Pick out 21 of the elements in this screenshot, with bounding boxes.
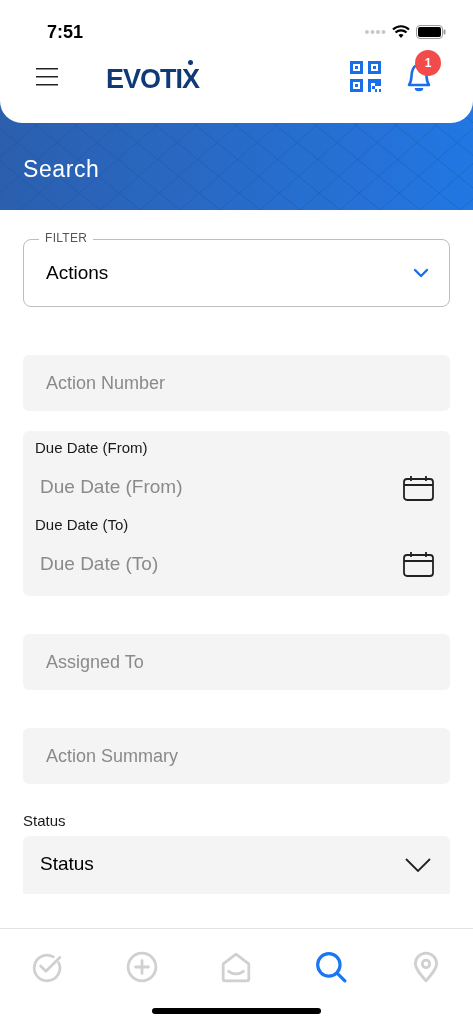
calendar-icon[interactable] <box>403 474 434 501</box>
field-label: Status <box>23 811 67 831</box>
qr-code-icon[interactable] <box>350 60 381 92</box>
logo: EVOTIX <box>106 59 200 93</box>
field-label: Due Date (To) <box>35 514 130 535</box>
input-field[interactable]: Action Number <box>23 355 450 411</box>
field-label: Due Date (From) <box>35 438 149 458</box>
input-field[interactable]: Action Summary <box>23 728 450 784</box>
battery-icon <box>416 25 446 39</box>
status-time: 7:51 <box>47 20 84 44</box>
input-field[interactable]: Assigned To <box>23 634 450 690</box>
notification-badge: 1 <box>415 50 441 76</box>
status-dropdown[interactable]: Status <box>23 835 450 894</box>
page-title: Search <box>23 155 100 184</box>
chevron-down-icon <box>405 857 431 872</box>
filter-legend: FILTER <box>39 232 94 244</box>
chevron-down-icon <box>413 268 429 278</box>
wifi-icon <box>392 25 410 39</box>
signal-icon <box>364 29 386 35</box>
calendar-icon[interactable] <box>403 551 434 577</box>
menu-icon[interactable] <box>36 66 58 86</box>
